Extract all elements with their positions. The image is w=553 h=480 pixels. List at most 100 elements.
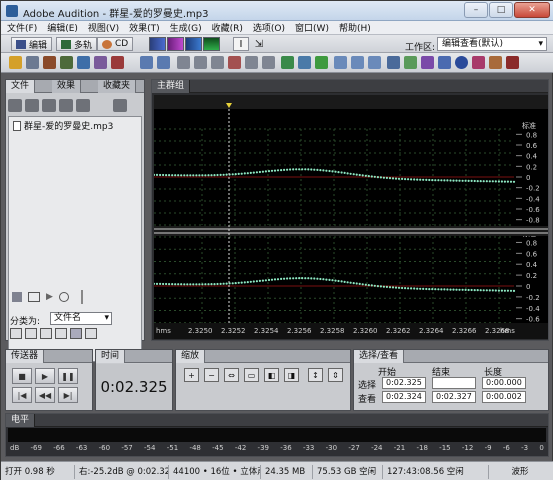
edit-file-icon[interactable] xyxy=(42,98,56,112)
minimize-button[interactable]: – xyxy=(464,2,488,18)
multitrack-view-button[interactable]: 多轨 xyxy=(56,37,98,51)
zoom-selection-icon[interactable]: ▭ xyxy=(244,368,259,382)
cd-view-button[interactable]: CD xyxy=(97,37,134,51)
record-icon[interactable] xyxy=(43,56,56,69)
tab-levels[interactable]: 电平 xyxy=(6,414,36,427)
silence-icon[interactable] xyxy=(281,56,294,69)
insert-multitrack-icon[interactable] xyxy=(59,98,73,112)
bookmark-icon[interactable] xyxy=(506,56,519,69)
select-all-icon[interactable] xyxy=(298,56,311,69)
undo-icon[interactable] xyxy=(140,56,153,69)
snap-frames-icon[interactable] xyxy=(404,56,417,69)
menu-effects[interactable]: 效果(T) xyxy=(129,21,160,34)
menu-view[interactable]: 视图(V) xyxy=(88,21,119,34)
video-icon[interactable] xyxy=(472,56,485,69)
zoom-out-full-icon[interactable]: ⇔ xyxy=(224,368,239,382)
view-end-field[interactable]: 0:02.327 xyxy=(432,391,476,403)
insert-icon[interactable] xyxy=(60,56,73,69)
go-end-button[interactable]: ▶| xyxy=(58,387,78,403)
redo-icon[interactable] xyxy=(157,56,170,69)
waveform-display-icon[interactable] xyxy=(149,37,166,51)
tab-transport[interactable]: 传送器 xyxy=(6,350,45,363)
zoom-left-edge-icon[interactable]: ◧ xyxy=(264,368,279,382)
menu-window[interactable]: 窗口(W) xyxy=(295,21,329,34)
file-list-item[interactable]: 群星-爱的罗曼史.mp3 xyxy=(13,119,113,132)
play-icon[interactable]: ▶ xyxy=(46,292,53,302)
zoom-in-horizontal-icon[interactable]: + xyxy=(184,368,199,382)
tab-time[interactable]: 时间 xyxy=(96,350,126,363)
tab-favorites[interactable]: 收藏夹 xyxy=(98,80,137,93)
paste-icon[interactable] xyxy=(245,56,258,69)
menu-favorites[interactable]: 收藏(R) xyxy=(212,21,243,34)
search-icon[interactable] xyxy=(70,328,82,339)
selection-start-field[interactable]: 0:02.325 xyxy=(382,377,426,389)
insert-cd-icon[interactable] xyxy=(76,98,90,112)
show-options-icon[interactable] xyxy=(113,98,127,112)
menu-options[interactable]: 选项(O) xyxy=(253,21,285,34)
close-file-icon[interactable] xyxy=(25,98,39,112)
folder-icon[interactable] xyxy=(85,328,97,339)
time-selection-tool-icon[interactable]: I xyxy=(233,37,249,51)
autoplay-icon[interactable] xyxy=(58,292,69,302)
spectral-pan-icon[interactable] xyxy=(185,37,202,51)
cd-burn-icon[interactable] xyxy=(489,56,502,69)
spectral-display-icon[interactable] xyxy=(167,37,184,51)
snap-zero-icon[interactable] xyxy=(387,56,400,69)
maximize-button[interactable]: □ xyxy=(489,2,513,18)
play-button[interactable]: ▶ xyxy=(35,368,55,384)
sort-select[interactable]: 文件名 xyxy=(50,312,112,325)
stop-button[interactable]: ■ xyxy=(12,368,32,384)
tab-zoom[interactable]: 缩放 xyxy=(176,350,206,363)
spectral-icon[interactable] xyxy=(438,56,451,69)
snap-ruler-icon[interactable] xyxy=(334,56,347,69)
menu-help[interactable]: 帮助(H) xyxy=(339,21,371,34)
view-length-field[interactable]: 0:00.002 xyxy=(482,391,526,403)
zoom-in-vertical-icon[interactable]: ↕ xyxy=(308,368,323,382)
snap-markers-icon[interactable] xyxy=(368,56,381,69)
menu-edit[interactable]: 编辑(E) xyxy=(47,21,78,34)
filter-midi-icon[interactable] xyxy=(55,328,67,339)
cut-icon[interactable] xyxy=(228,56,241,69)
workspace-select[interactable]: 编辑查看(默认) xyxy=(437,37,547,51)
batch-icon[interactable] xyxy=(77,56,90,69)
copy-icon[interactable] xyxy=(211,56,224,69)
filter-audio-icon[interactable] xyxy=(10,328,22,339)
phase-display-icon[interactable] xyxy=(203,37,220,51)
volume-slider[interactable] xyxy=(80,290,83,304)
tab-main-group[interactable]: 主群组 xyxy=(152,80,191,93)
snap-grid-icon[interactable] xyxy=(351,56,364,69)
open-file-icon[interactable] xyxy=(9,56,22,69)
zoom-right-edge-icon[interactable]: ◨ xyxy=(284,368,299,382)
help-icon[interactable] xyxy=(455,56,468,69)
go-start-button[interactable]: |◀ xyxy=(12,387,32,403)
import-icon[interactable] xyxy=(8,98,22,112)
tab-selection-view[interactable]: 选择/查看 xyxy=(354,350,405,363)
selection-length-field[interactable]: 0:00.000 xyxy=(482,377,526,389)
tab-files[interactable]: 文件 xyxy=(6,80,36,93)
close-file-icon[interactable] xyxy=(111,56,124,69)
zoom-out-horizontal-icon[interactable]: − xyxy=(204,368,219,382)
extract-icon[interactable] xyxy=(94,56,107,69)
tab-effects[interactable]: 效果 xyxy=(52,80,82,93)
filter-loop-icon[interactable] xyxy=(25,328,37,339)
loop-icon[interactable] xyxy=(28,292,40,302)
crop-icon[interactable] xyxy=(177,56,190,69)
marker-icon[interactable] xyxy=(315,56,328,69)
speaker-icon[interactable] xyxy=(12,292,22,302)
menu-generate[interactable]: 生成(G) xyxy=(170,21,202,34)
trim-icon[interactable] xyxy=(194,56,207,69)
edit-view-button[interactable]: 编辑 xyxy=(11,37,53,51)
selection-end-field[interactable] xyxy=(432,377,476,389)
rewind-button[interactable]: ◀◀ xyxy=(35,387,55,403)
repeat-icon[interactable] xyxy=(421,56,434,69)
waveform-display[interactable]: 标准0.80.60.40.20-0.2-0.4-0.6-0.8标准0.80.60… xyxy=(154,95,548,339)
zoom-out-vertical-icon[interactable]: ⇕ xyxy=(328,368,343,382)
hybrid-tool-icon[interactable]: ⇲ xyxy=(251,37,267,51)
mix-paste-icon[interactable] xyxy=(262,56,275,69)
save-icon[interactable] xyxy=(26,56,39,69)
close-button[interactable]: ✕ xyxy=(514,2,550,18)
pause-button[interactable]: ❚❚ xyxy=(58,368,78,384)
menu-file[interactable]: 文件(F) xyxy=(7,21,37,34)
view-start-field[interactable]: 0:02.324 xyxy=(382,391,426,403)
filter-video-icon[interactable] xyxy=(40,328,52,339)
